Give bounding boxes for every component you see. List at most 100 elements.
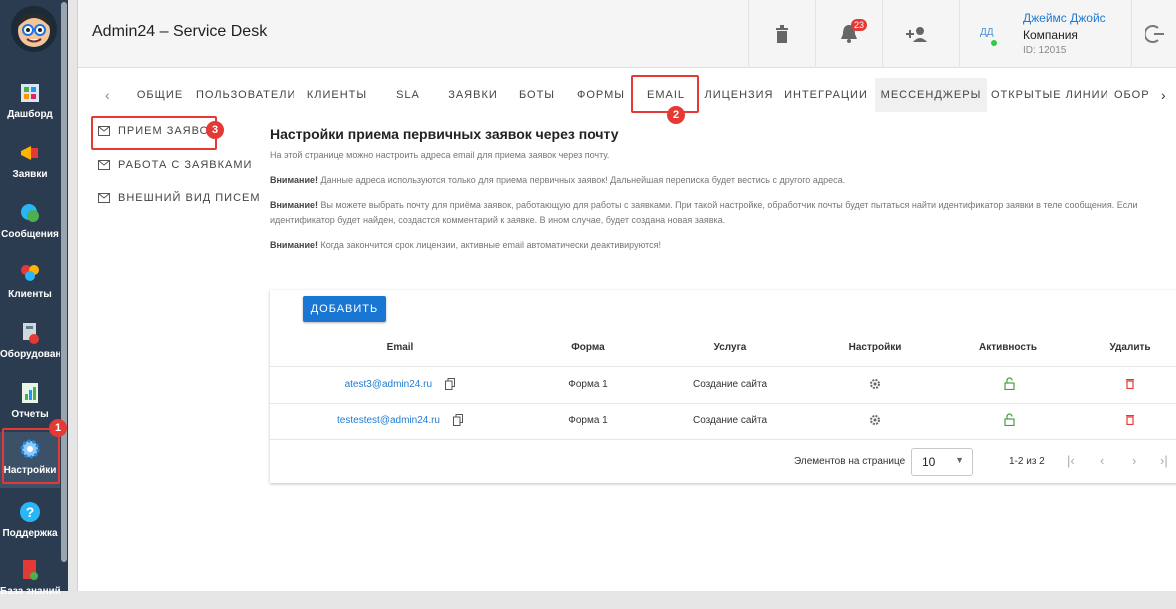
per-page-select[interactable]: 10 ▼ [911,448,973,476]
submenu-work-with-tickets[interactable]: РАБОТА С ЗАЯВКАМИ [98,155,252,175]
tab-equipment[interactable]: ОБОР [1114,78,1152,112]
active-lock-icon[interactable] [1002,413,1016,429]
user-name: Джеймс Джойс [1023,11,1106,25]
tab-tickets[interactable]: ЗАЯВКИ [440,78,506,112]
column-header-service: Услуга [713,342,747,353]
online-indicator [991,40,997,46]
avatar: ДД [980,27,994,38]
tab-integrations[interactable]: ИНТЕГРАЦИИ [784,78,868,112]
notifications-badge: 23 [851,19,868,31]
next-page-icon[interactable]: › [1132,453,1136,468]
sidebar-item-knowledge-base[interactable]: База знаний [0,553,60,609]
row-email-link[interactable]: atest3@admin24.ru [310,379,432,390]
content-section: Настройки приема первичных заявок через … [270,126,1170,253]
megaphone-icon [19,142,41,164]
svg-text:?: ? [26,504,35,520]
dashboard-icon [19,82,41,104]
main-area: Admin24 – Service Desk 23 ДД Джеймс Джой… [77,0,1176,591]
equipment-icon [19,322,41,344]
column-header-delete: Удалить [1109,342,1151,353]
user-profile[interactable]: ДД Джеймс Джойс Компания ID: 12015 [959,0,1131,68]
app-logo[interactable] [11,6,57,52]
tab-bots[interactable]: БОТЫ [512,78,562,112]
highlight-settings [2,428,60,484]
column-header-email: Email [386,342,414,353]
annotation-badge-1: 1 [49,419,67,437]
notifications-button[interactable]: 23 [815,0,882,68]
prev-page-icon[interactable]: ‹ [1100,453,1104,468]
sidebar-item-equipment[interactable]: Оборудован... [0,316,60,372]
per-page-label: Элементов на странице [794,456,906,467]
tab-users[interactable]: ПОЛЬЗОВАТЕЛИ [196,78,294,112]
clients-icon [19,262,41,284]
settings-gear-icon[interactable] [868,414,882,429]
book-icon [19,559,41,581]
reports-icon [19,382,41,404]
delete-icon[interactable] [1123,413,1137,428]
sidebar-item-messages[interactable]: Сообщения [0,196,60,252]
column-header-settings: Настройки [848,342,902,353]
column-header-form: Форма [571,342,605,353]
annotation-badge-2: 2 [667,106,685,124]
logout-icon [1144,25,1164,43]
help-icon: ? [19,501,41,523]
pagination-range: 1-2 из 2 [1009,456,1045,467]
sidebar: Дашборд Заявки Сообщения Клиенты Оборудо… [0,0,68,597]
row-divider [270,366,1176,367]
row-divider [270,403,1176,404]
submenu-email-appearance[interactable]: ВНЕШНИЙ ВИД ПИСЕМ [98,188,261,208]
row-service: Создание сайта [692,415,768,426]
user-company: Компания [1023,28,1078,42]
app-title: Admin24 – Service Desk [92,23,268,40]
page-title: Настройки приема первичных заявок через … [270,126,619,142]
active-lock-icon[interactable] [1002,377,1016,393]
settings-tabs: ‹ ОБЩИЕ ПОЛЬЗОВАТЕЛИ КЛИЕНТЫ SLA ЗАЯВКИ … [78,78,1176,112]
first-page-icon[interactable]: |‹ [1067,453,1075,468]
sidebar-scrollbar[interactable] [61,2,67,562]
warning-1: Внимание! Данные адреса используются тол… [270,175,846,185]
intro-text: На этой странице можно настроить адреса … [270,150,610,160]
tabs-scroll-right-icon[interactable]: › [1161,78,1166,112]
tab-license[interactable]: ЛИЦЕНЗИЯ [702,78,776,112]
user-id: ID: 12015 [1023,45,1067,56]
chat-icon [19,202,41,224]
sidebar-item-tickets[interactable]: Заявки [0,136,60,192]
tab-sla[interactable]: SLA [384,78,432,112]
add-user-icon [906,27,927,42]
add-button[interactable]: ДОБАВИТЬ [303,296,386,322]
top-header: Admin24 – Service Desk 23 ДД Джеймс Джой… [78,0,1176,68]
trash-icon [776,25,788,43]
warning-2: Внимание! Вы можете выбрать почту для пр… [270,200,1138,225]
tab-messengers[interactable]: МЕССЕНДЖЕРЫ [875,78,987,112]
row-email-link[interactable]: testestest@admin24.ru [300,415,440,426]
tab-open-lines[interactable]: ОТКРЫТЫЕ ЛИНИИ [991,78,1107,112]
copy-icon[interactable] [442,378,458,393]
sidebar-item-dashboard[interactable]: Дашборд [0,76,60,132]
tab-general[interactable]: ОБЩИЕ [128,78,192,112]
delete-icon[interactable] [1123,377,1137,392]
add-user-button[interactable] [882,0,949,68]
row-service: Создание сайта [692,379,768,390]
mail-icon [98,193,110,203]
warning-3: Внимание! Когда закончится срок лицензии… [270,240,662,250]
row-divider [270,439,1176,440]
chevron-down-icon: ▼ [955,455,964,465]
mail-icon [98,160,110,170]
tabs-scroll-left-icon[interactable]: ‹ [105,78,110,112]
row-form: Форма 1 [568,379,608,390]
settings-gear-icon[interactable] [868,378,882,393]
highlight-receive-tickets [91,116,217,150]
sidebar-item-clients[interactable]: Клиенты [0,256,60,312]
copy-icon[interactable] [450,414,466,429]
column-header-activity: Активность [978,342,1038,353]
row-form: Форма 1 [568,415,608,426]
last-page-icon[interactable]: ›| [1160,453,1168,468]
sidebar-item-support[interactable]: ? Поддержка [0,495,60,551]
annotation-badge-3: 3 [206,121,224,139]
highlight-email-tab [631,75,699,113]
tab-forms[interactable]: ФОРМЫ [570,78,632,112]
logout-button[interactable] [1131,0,1176,68]
tab-clients[interactable]: КЛИЕНТЫ [302,78,372,112]
trash-button[interactable] [748,0,815,68]
email-table-card: ДОБАВИТЬ Email Форма Услуга Настройки Ак… [270,290,1176,483]
